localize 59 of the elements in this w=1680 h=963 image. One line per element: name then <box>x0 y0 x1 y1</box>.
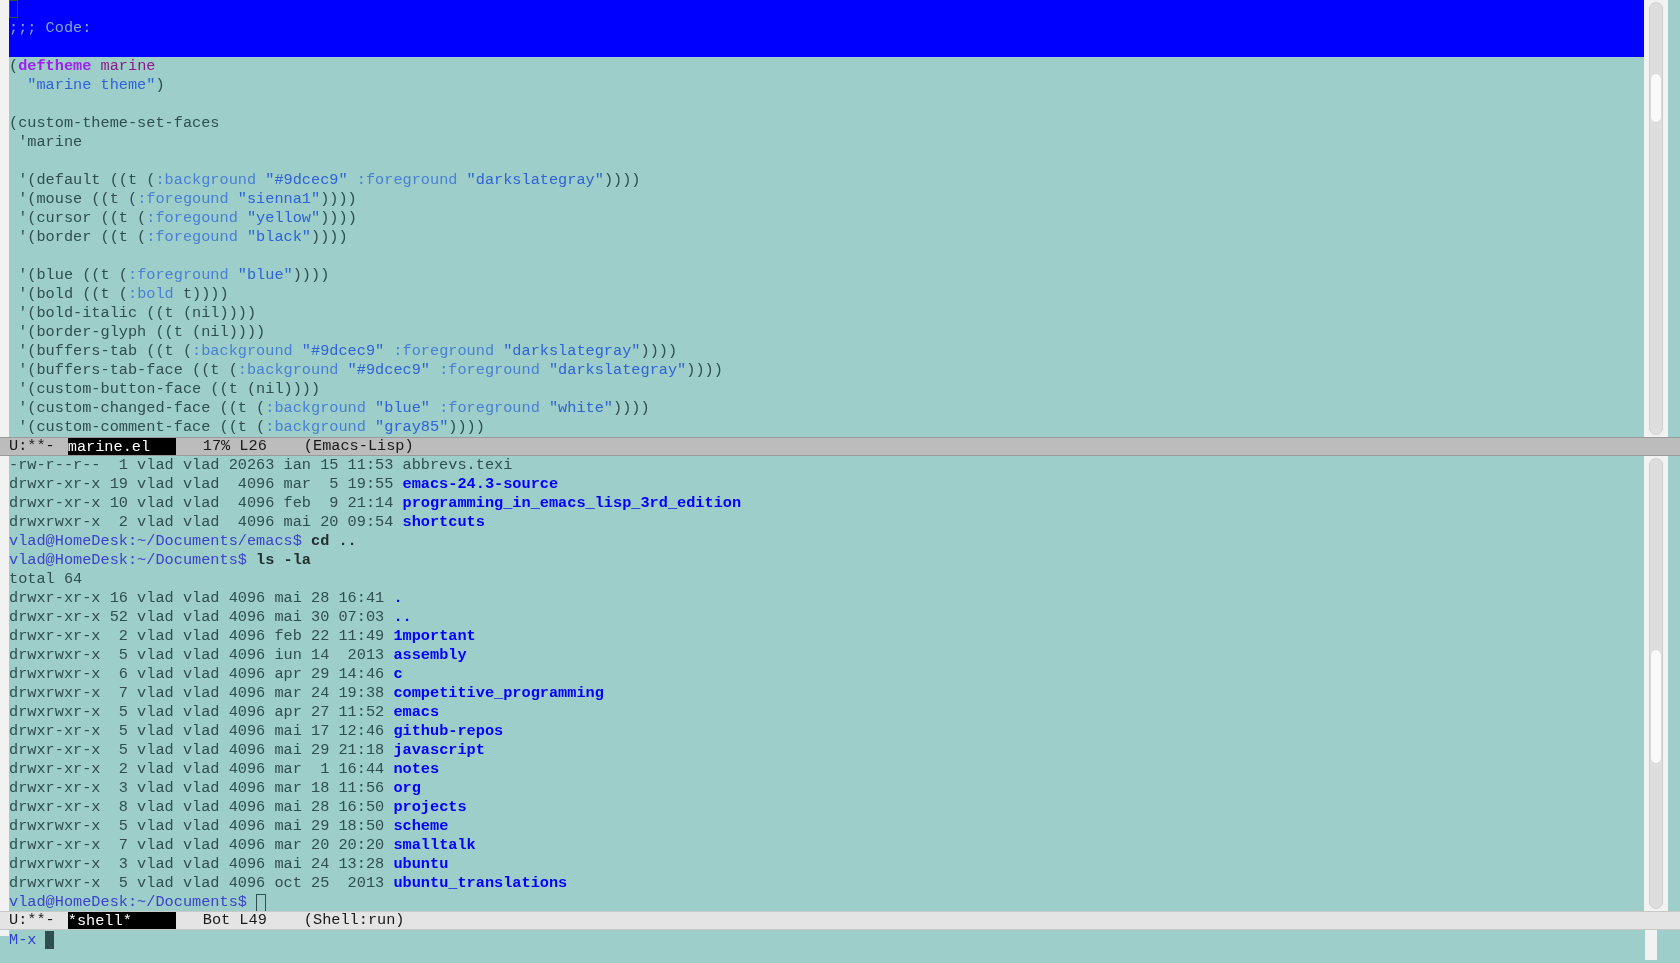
shell-output-line: drwxr-xr-x 16 vlad vlad 4096 mai 28 16:41 . <box>9 589 403 608</box>
shell-output-line: -rw-r--r-- 1 vlad vlad 20263 ian 15 11:53 abbrevs.texi <box>9 456 513 475</box>
shell-output-line: drwxr-xr-x 5 vlad vlad 4096 mai 17 12:46 github-repos <box>9 722 504 741</box>
shell-output-line: drwxr-xr-x 19 vlad vlad 4096 mar 5 19:55 emacs-24.3-source <box>9 475 559 494</box>
code-line: '(custom-changed-face ((t (:background "blue" :foreground "white")))) <box>17 399 650 418</box>
shell-output-line: drwxrwxr-x 3 vlad vlad 4096 mai 24 13:28 ubuntu <box>9 855 449 874</box>
shell-output-line: drwxrwxr-x 2 vlad vlad 4096 mai 20 09:54 shortcuts <box>9 513 485 532</box>
buffer-name[interactable]: *shell* <box>67 912 176 929</box>
shell-output-line: drwxr-xr-x 5 vlad vlad 4096 mai 29 21:18 javascript <box>9 741 485 760</box>
code-line: '(buffers-tab ((t (:background "#9dcec9" :foreground "darkslategray")))) <box>17 342 678 361</box>
code-line: '(buffers-tab-face ((t (:background "#9dcec9" :foreground "darkslategray")))) <box>17 361 723 380</box>
code-line: '(mouse ((t (:foregound "sienna1")))) <box>17 190 357 209</box>
buffer-status: U:**- <box>9 911 55 930</box>
shell-output-line: drwxrwxr-x 6 vlad vlad 4096 apr 29 14:46 c <box>9 665 403 684</box>
text-cursor <box>45 931 55 949</box>
code-line: 'marine <box>17 133 83 152</box>
code-line: '(bold ((t (:bold t)))) <box>17 285 229 304</box>
shell-command-line: vlad@HomeDesk:~/Documents$ ls -la <box>9 551 311 570</box>
left-fringe <box>0 930 9 936</box>
shell-prompt: vlad@HomeDesk:~/Documents$ <box>9 893 247 912</box>
shell-output-line: drwxr-xr-x 2 vlad vlad 4096 mar 1 16:44 notes <box>9 760 440 779</box>
code-comment: ;;; Code: <box>9 19 93 38</box>
shell-output-line: drwxr-xr-x 7 vlad vlad 4096 mar 20 20:20 smalltalk <box>9 836 476 855</box>
shell-output-line: drwxrwxr-x 7 vlad vlad 4096 mar 24 19:38 competitive_programming <box>9 684 604 703</box>
scrollbar-track[interactable] <box>1649 2 1663 435</box>
code-line: "marine theme") <box>26 76 165 95</box>
buffer-name[interactable]: marine.el <box>67 438 176 455</box>
shell-output-line: drwxrwxr-x 5 vlad vlad 4096 oct 25 2013 ubuntu_translations <box>9 874 568 893</box>
code-line: '(default ((t (:background "#9dcec9" :foreground "darkslategray")))) <box>17 171 641 190</box>
shell-output-line: drwxr-xr-x 52 vlad vlad 4096 mai 30 07:03 .. <box>9 608 412 627</box>
text-cursor <box>9 0 18 18</box>
shell-output-line: drwxrwxr-x 5 vlad vlad 4096 apr 27 11:52 emacs <box>9 703 440 722</box>
scrollbar-track[interactable] <box>1649 458 1663 909</box>
minibuffer-prompt: M-x <box>9 931 37 950</box>
major-mode: (Shell:run) <box>303 911 405 930</box>
shell-output-line: drwxr-xr-x 10 vlad vlad 4096 feb 9 21:14 programming_in_emacs_lisp_3rd_edition <box>9 494 742 513</box>
code-line: '(blue ((t (:foreground "blue")))) <box>17 266 330 285</box>
scrollbar-thumb[interactable] <box>1650 649 1662 764</box>
code-line: '(custom-comment-face ((t (:background "gray85")))) <box>17 418 485 437</box>
code-line: '(cursor ((t (:foregound "yellow")))) <box>17 209 357 228</box>
major-mode: (Emacs-Lisp) <box>303 437 414 456</box>
buffer-status: U:**- <box>9 437 55 456</box>
code-line: (deftheme marine <box>9 57 156 76</box>
buffer-position: Bot L49 <box>202 911 267 930</box>
code-line: (custom-theme-set-faces <box>9 114 220 133</box>
shell-output-line: drwxr-xr-x 2 vlad vlad 4096 feb 22 11:49 1mportant <box>9 627 476 646</box>
shell-command-line: vlad@HomeDesk:~/Documents/emacs$ cd .. <box>9 532 357 551</box>
shell-output-line: drwxr-xr-x 3 vlad vlad 4096 mar 18 11:56 org <box>9 779 421 798</box>
code-line: '(custom-button-face ((t (nil)))) <box>17 380 321 399</box>
shell-output-line: total 64 <box>9 570 83 589</box>
buffer-position: 17% L26 <box>202 437 267 456</box>
code-line: '(border ((t (:foregound "black")))) <box>17 228 348 247</box>
shell-output-line: drwxr-xr-x 8 vlad vlad 4096 mai 28 16:50 projects <box>9 798 467 817</box>
shell-output-line: drwxrwxr-x 5 vlad vlad 4096 iun 14 2013 assembly <box>9 646 467 665</box>
right-fringe <box>1645 930 1657 960</box>
scrollbar-thumb[interactable] <box>1650 73 1662 123</box>
code-line: '(border-glyph ((t (nil)))) <box>17 323 266 342</box>
shell-output-line: drwxrwxr-x 5 vlad vlad 4096 mai 29 18:50 scheme <box>9 817 449 836</box>
code-line: '(bold-italic ((t (nil)))) <box>17 304 257 323</box>
